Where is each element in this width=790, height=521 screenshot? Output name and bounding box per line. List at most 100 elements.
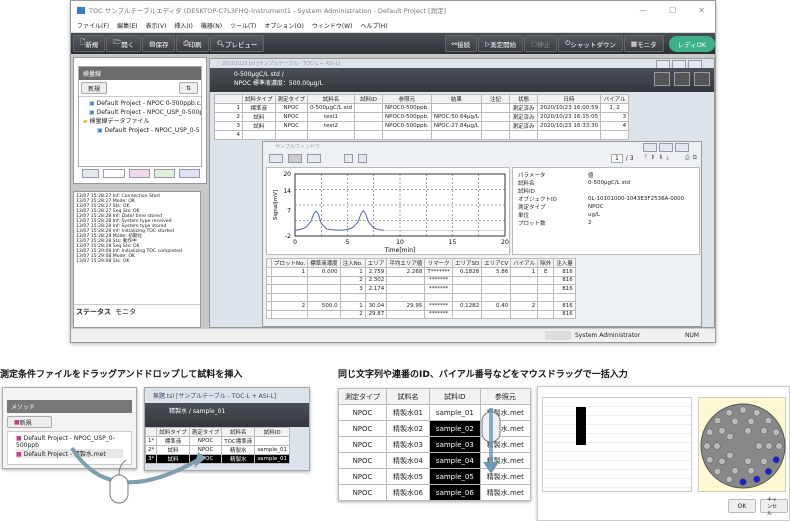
table-cell[interactable] xyxy=(510,292,539,302)
menu-item[interactable]: 機器(N) xyxy=(201,21,222,30)
table-cell[interactable]: 2020/10/23 16:15:05 xyxy=(536,112,602,122)
vial-slot[interactable] xyxy=(731,467,739,475)
table-cell[interactable] xyxy=(536,130,602,140)
table-cell[interactable] xyxy=(339,292,366,302)
table-cell[interactable] xyxy=(481,309,512,319)
table-cell[interactable]: 1 xyxy=(214,103,243,113)
table-cell[interactable]: 2.174 xyxy=(364,284,388,294)
table-cell[interactable] xyxy=(307,275,341,285)
table-cell[interactable]: 精製水 xyxy=(221,454,256,464)
table-cell[interactable] xyxy=(451,284,483,294)
table-cell[interactable]: 2.268 xyxy=(386,267,426,277)
table-cell[interactable]: 2020/10/23 16:00:59 xyxy=(536,103,602,113)
table-row[interactable]: 2 29.87 ******* 816 xyxy=(266,309,576,319)
export-icon[interactable] xyxy=(694,72,710,86)
vial-slot[interactable] xyxy=(764,467,773,476)
vial-slot[interactable] xyxy=(775,442,783,450)
table-cell[interactable]: T******* xyxy=(424,267,453,277)
vial-slot[interactable] xyxy=(753,475,761,483)
cancel-button[interactable]: キャンセル xyxy=(760,497,788,517)
table-cell[interactable]: 精製水06 xyxy=(386,484,430,501)
table-cell[interactable] xyxy=(354,103,384,113)
table-cell[interactable]: 29.95 xyxy=(386,301,426,311)
table-cell[interactable]: 精製水04 xyxy=(386,452,430,469)
vial-slot[interactable] xyxy=(703,442,711,450)
column-header[interactable]: 結果 xyxy=(430,94,482,104)
table-cell[interactable]: 精製水05 xyxy=(386,468,430,485)
table-cell[interactable] xyxy=(364,292,388,302)
table-cell[interactable] xyxy=(537,292,555,302)
vial-slot[interactable] xyxy=(772,456,780,464)
table-row[interactable]: 3 試料 NPOC test2 NPOC0-500ppb. NPOC:27.84μg/L 測… xyxy=(214,121,630,131)
column-header[interactable]: エリアCV xyxy=(481,258,512,268)
column-header[interactable]: バイアル xyxy=(510,258,539,268)
table-cell[interactable]: test2 xyxy=(307,121,356,131)
table-cell[interactable] xyxy=(270,309,309,319)
zoom-in-icon[interactable] xyxy=(344,153,353,163)
column-header[interactable]: 試料名 xyxy=(386,388,430,405)
vial-slot[interactable] xyxy=(772,428,780,436)
menu-item[interactable]: ファイル(F) xyxy=(77,21,109,30)
stop-button[interactable]: □ 停止 xyxy=(524,35,558,52)
table-cell[interactable] xyxy=(354,121,384,131)
vial-slot[interactable] xyxy=(713,442,721,450)
calibration-item[interactable]: ▣ Default Project - NPOC 0-500ppb.c... xyxy=(83,99,201,108)
table-cell[interactable]: 1 xyxy=(339,267,366,277)
column-header[interactable]: 測定タイプ xyxy=(338,388,387,405)
table-cell[interactable]: 2 xyxy=(339,309,366,319)
table-view-icon[interactable] xyxy=(654,72,670,86)
table-cell[interactable] xyxy=(307,284,341,294)
table-cell[interactable]: NPOC xyxy=(274,103,309,113)
vial-slot[interactable] xyxy=(713,416,722,425)
table-cell[interactable]: NPOC:50.64μg/L xyxy=(430,112,482,122)
table-cell[interactable] xyxy=(537,309,555,319)
table-cell[interactable]: 0.1828 xyxy=(451,267,483,277)
table-cell[interactable] xyxy=(274,130,309,140)
table-cell[interactable] xyxy=(553,292,576,302)
table-cell[interactable] xyxy=(481,284,512,294)
panel-tab[interactable] xyxy=(82,169,100,178)
table-cell[interactable]: 精製水03 xyxy=(386,436,430,453)
table-row[interactable]: 1 標準液 NPOC 0-500μgC/L std NPOC0-500ppb. 測定済み 2… xyxy=(214,103,630,113)
table-cell[interactable] xyxy=(480,103,510,113)
shutdown-button[interactable]: ⏻ シャットダウン xyxy=(558,35,623,52)
table-cell[interactable]: ******* xyxy=(424,309,453,319)
table-cell[interactable] xyxy=(510,309,539,319)
table-cell[interactable] xyxy=(270,284,309,294)
sw-close-button[interactable] xyxy=(675,143,689,152)
status-tab[interactable]: ステータス xyxy=(76,307,111,317)
table-row[interactable]: 1 0.000 1 2.759 2.268 T******* 0.1828 5.86 1 E 816 xyxy=(266,267,576,277)
column-header[interactable]: 測定タイプ xyxy=(274,94,309,104)
table-cell[interactable] xyxy=(307,292,341,302)
table-row[interactable]: 3 2.174 ******* 816 xyxy=(266,284,576,294)
table-row[interactable] xyxy=(266,292,576,302)
table-cell[interactable]: 2 xyxy=(510,301,539,311)
table-row[interactable]: 2 試料 NPOC test1 NPOC0-500ppb. NPOC:50.64μg/L 測… xyxy=(214,112,630,122)
table-cell[interactable]: NPOC xyxy=(338,404,387,421)
maximize-button[interactable]: ☐ xyxy=(669,6,676,15)
table-cell[interactable]: NPOC xyxy=(338,484,387,501)
table-cell[interactable] xyxy=(270,275,309,285)
vial-slot[interactable] xyxy=(744,427,752,435)
table-row[interactable]: 4 xyxy=(214,130,630,140)
table-cell[interactable] xyxy=(354,130,384,140)
panel-tab[interactable] xyxy=(178,169,201,178)
table-cell[interactable] xyxy=(480,130,510,140)
vial-slot[interactable] xyxy=(760,457,768,465)
grid-view-icon[interactable] xyxy=(674,72,690,86)
table-cell[interactable]: 試料 xyxy=(242,112,276,122)
column-header[interactable]: 除外 xyxy=(537,258,555,268)
column-header[interactable]: 参照元 xyxy=(382,94,432,104)
vial-slot[interactable] xyxy=(760,427,768,435)
table-cell[interactable]: 1 xyxy=(270,267,309,277)
vial-slot[interactable] xyxy=(747,467,755,475)
table-cell[interactable]: NPOC xyxy=(338,420,387,437)
table-row[interactable]: NPOC 精製水06 sample_06 精製水.met xyxy=(338,484,531,501)
table-cell[interactable]: 1 xyxy=(339,301,366,311)
column-header[interactable]: 平均エリア値 xyxy=(386,258,426,268)
table-cell[interactable]: 試料 xyxy=(242,121,276,131)
table-cell[interactable]: NPOC:27.84μg/L xyxy=(430,121,482,131)
column-header[interactable]: 試料ID xyxy=(354,94,384,104)
table-cell[interactable] xyxy=(424,292,453,302)
table-cell[interactable]: 2 xyxy=(214,112,243,122)
